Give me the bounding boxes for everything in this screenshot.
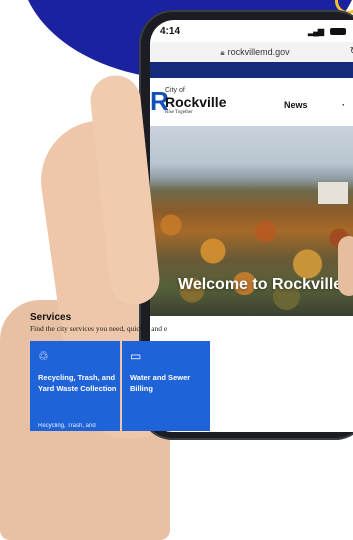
service-card-label: Recycling, Trash, and Yard Waste Collect… [38,373,117,393]
hero-building [318,182,348,204]
lock-icon: 🔒︎ [220,48,225,57]
header-strip [150,62,353,78]
browser-url-bar[interactable]: 🔒︎rockvillemd.gov ↻ [150,42,353,62]
site-header: R City of Rockville Rise Together News · [150,78,353,126]
billing-icon: ▭ [130,349,142,363]
service-card-water-billing[interactable]: ▭ Water and Sewer Billing [122,341,210,431]
nav-news-link[interactable]: News [284,100,308,110]
services-heading: Services [30,312,72,323]
rockville-logo-icon[interactable]: R [150,88,169,114]
hero-banner: Welcome to Rockville [150,126,353,316]
signal-wifi-icon: ▂▄▆ [308,27,324,36]
service-card-label: Water and Sewer Billing [130,373,191,393]
hand-finger [338,236,353,296]
logo-tagline: Rise Together [165,110,193,115]
status-time: 4:14 [160,26,181,37]
url-text: rockvillemd.gov [227,47,290,57]
status-bar: 4:14 ▂▄▆ [150,20,353,42]
logo-name: Rockville [165,94,227,110]
recycle-icon: ♲ [38,349,49,363]
service-card-desc: Recycling, Trash, and [38,423,96,429]
hero-title: Welcome to Rockville [178,276,343,293]
site-logo[interactable]: City of Rockville Rise Together [165,87,226,115]
service-card-recycling[interactable]: ♲ Recycling, Trash, and Yard Waste Colle… [30,341,120,431]
reload-icon[interactable]: ↻ [350,46,353,57]
hero-foliage [150,186,353,316]
nav-more-dot[interactable]: · [342,100,345,110]
battery-icon [330,28,346,35]
logo-city: City of [165,87,185,94]
services-subtitle: Find the city services you need, quickly… [30,324,168,333]
